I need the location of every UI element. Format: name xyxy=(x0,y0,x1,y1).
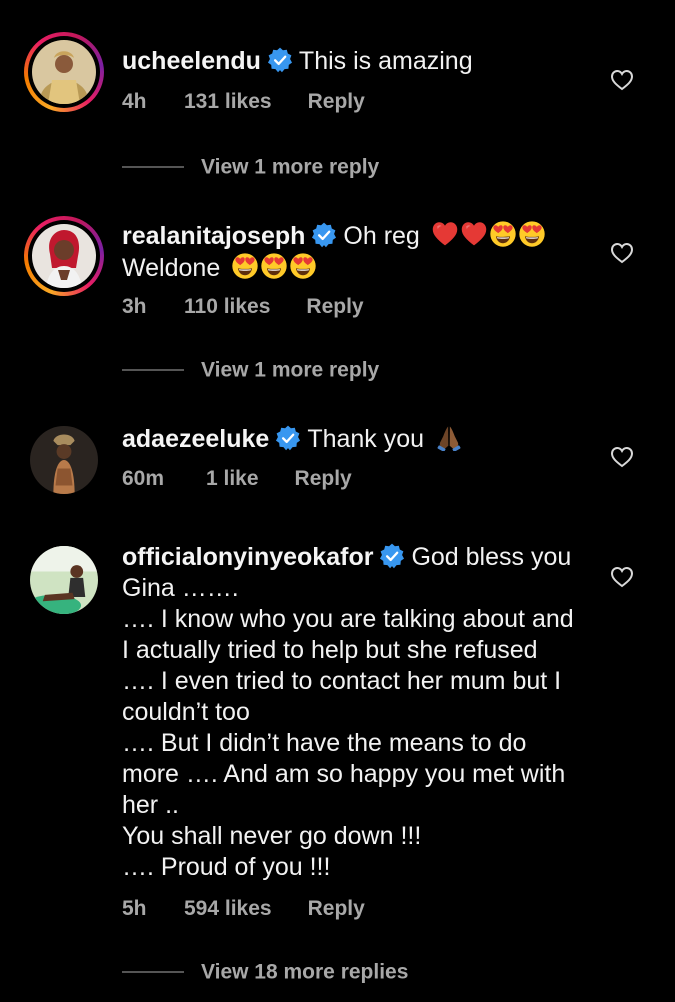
heart-eyes-icon xyxy=(518,220,546,248)
comment-line: …. I know who you are talking about and xyxy=(122,605,574,633)
timestamp: 3h xyxy=(122,295,147,318)
avatar[interactable] xyxy=(24,216,104,296)
username[interactable]: ucheelendu xyxy=(122,47,261,75)
verified-badge-icon xyxy=(311,222,337,248)
like-heart-icon[interactable] xyxy=(610,69,634,91)
view-more-replies-button[interactable]: View 1 more reply xyxy=(122,358,379,382)
red-heart-icon xyxy=(460,220,488,248)
timestamp: 5h xyxy=(122,897,147,920)
comment-line: couldn’t too xyxy=(122,698,250,726)
likes-count[interactable]: 1 like xyxy=(206,467,259,491)
heart-eyes-icon xyxy=(260,252,288,280)
comment-text: Thank you xyxy=(307,425,425,453)
comment-body: officialonyinyeokafor God bless you Gina … xyxy=(122,542,592,883)
like-heart-icon[interactable] xyxy=(610,446,634,468)
like-heart-icon[interactable] xyxy=(610,242,634,264)
comment-line: You shall never go down !!! xyxy=(122,822,422,850)
comment-body: realanitajoseph Oh reg Weldone xyxy=(122,220,592,284)
likes-count[interactable]: 594 likes xyxy=(184,897,272,921)
timestamp: 4h xyxy=(122,90,147,113)
red-heart-icon xyxy=(431,220,459,248)
comment-meta: 60m 1 like Reply xyxy=(122,467,352,491)
comment-body: ucheelendu This is amazing xyxy=(122,46,592,77)
timestamp: 60m xyxy=(122,467,165,490)
divider-line xyxy=(122,166,184,169)
verified-badge-icon xyxy=(275,425,301,451)
reply-button[interactable]: Reply xyxy=(308,897,365,921)
username[interactable]: realanitajoseph xyxy=(122,222,305,250)
username[interactable]: officialonyinyeokafor xyxy=(122,543,373,571)
view-more-replies-button[interactable]: View 1 more reply xyxy=(122,155,379,179)
verified-badge-icon xyxy=(267,47,293,73)
folded-hands-icon xyxy=(435,423,463,451)
avatar[interactable] xyxy=(30,426,98,494)
avatar[interactable] xyxy=(24,32,104,112)
comment-meta: 5h 594 likes Reply xyxy=(122,897,365,921)
comment-meta: 3h 110 likes Reply xyxy=(122,295,364,319)
reply-button[interactable]: Reply xyxy=(308,90,365,114)
comment-line: …. But I didn’t have the means to do xyxy=(122,729,527,757)
comment-line: …. Proud of you !!! xyxy=(122,853,331,881)
comment-line: I actually tried to help but she refused xyxy=(122,636,538,664)
comment-line: more …. And am so happy you met with xyxy=(122,760,566,788)
comment-text: This is amazing xyxy=(298,47,473,75)
comment-line: her .. xyxy=(122,791,179,819)
emoji-group xyxy=(231,254,318,282)
heart-eyes-icon xyxy=(289,252,317,280)
likes-count[interactable]: 110 likes xyxy=(184,295,270,319)
view-more-replies-button[interactable]: View 18 more replies xyxy=(122,960,408,984)
divider-line xyxy=(122,971,184,974)
like-heart-icon[interactable] xyxy=(610,566,634,588)
profile-photo xyxy=(32,224,96,288)
comment-body: adaezeeluke Thank you xyxy=(122,423,592,455)
comment-line: …. I even tried to contact her mum but I xyxy=(122,667,562,695)
heart-eyes-icon xyxy=(489,220,517,248)
reply-button[interactable]: Reply xyxy=(306,295,363,319)
profile-photo xyxy=(30,546,98,614)
profile-photo xyxy=(32,40,96,104)
emoji-group xyxy=(431,222,547,250)
comment-text-line2: Weldone xyxy=(122,254,221,282)
verified-badge-icon xyxy=(379,543,405,569)
comment-text: God bless you xyxy=(411,543,572,571)
divider-line xyxy=(122,369,184,372)
username[interactable]: adaezeeluke xyxy=(122,425,269,453)
likes-count[interactable]: 131 likes xyxy=(184,90,272,114)
comment-text: Oh reg xyxy=(343,222,420,250)
profile-photo xyxy=(30,426,98,494)
comment-line: Gina ……. xyxy=(122,574,239,602)
comment-meta: 4h 131 likes Reply xyxy=(122,90,365,114)
avatar[interactable] xyxy=(30,546,98,614)
heart-eyes-icon xyxy=(231,252,259,280)
reply-button[interactable]: Reply xyxy=(295,467,352,491)
